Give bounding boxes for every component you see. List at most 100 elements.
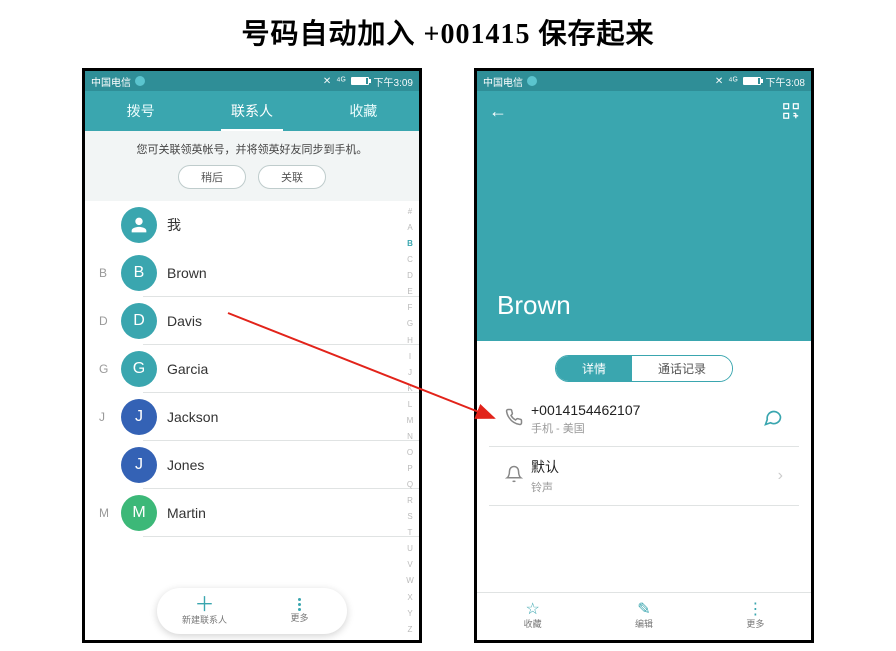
battery-icon <box>351 77 369 85</box>
list-item[interactable]: MMMartin <box>85 489 419 537</box>
alpha-index[interactable]: # ABCDEFGHIJKLMNOPQRSTUVWXYZ <box>403 207 417 634</box>
bottom-edit-button[interactable]: ✎ 编辑 <box>588 593 699 640</box>
status-time: 下午3:08 <box>766 74 805 89</box>
new-contact-button[interactable]: ＋ 新建联系人 <box>157 588 252 634</box>
section-letter: J <box>99 410 121 424</box>
ringtone-sub: 铃声 <box>531 479 778 495</box>
list-item[interactable]: J Jones <box>85 441 419 489</box>
detail-header: ← <box>477 91 811 131</box>
alpha-letter[interactable]: Z <box>403 625 417 634</box>
more-icon: ⋮ <box>747 603 763 617</box>
alpha-letter[interactable]: J <box>403 368 417 377</box>
phone-type: 手机 - 美国 <box>531 420 763 436</box>
avatar-icon: B <box>121 255 157 291</box>
screen-contacts: 中国电信 ✕ ⁴ᴳ 下午3:09 拨号 联系人 收藏 您可关联领英帐号，并将领英… <box>82 68 422 643</box>
ringtone-title: 默认 <box>531 457 778 477</box>
alpha-letter[interactable]: Y <box>403 609 417 618</box>
section-letter: M <box>99 506 121 520</box>
alpha-letter[interactable]: M <box>403 416 417 425</box>
floating-action-bar: ＋ 新建联系人 更多 <box>157 588 347 634</box>
avatar-icon: J <box>121 447 157 483</box>
alpha-letter[interactable]: S <box>403 512 417 521</box>
avatar-icon: J <box>121 399 157 435</box>
banner-text: 您可关联领英帐号，并将领英好友同步到手机。 <box>97 141 407 157</box>
back-icon[interactable]: ← <box>489 101 507 122</box>
carrier-label: 中国电信 <box>483 74 523 89</box>
more-button[interactable]: 更多 <box>252 588 347 634</box>
alpha-letter[interactable]: V <box>403 560 417 569</box>
alpha-letter[interactable]: # <box>403 207 417 216</box>
section-letter: G <box>99 362 121 376</box>
alpha-letter[interactable]: L <box>403 400 417 409</box>
alpha-letter[interactable]: Q <box>403 480 417 489</box>
avatar-icon: G <box>121 351 157 387</box>
tab-contacts[interactable]: 联系人 <box>196 91 307 131</box>
contact-name: Brown <box>167 265 409 281</box>
bottom-favorite-label: 收藏 <box>524 617 542 630</box>
contacts-list[interactable]: 我 BBBrownDDDavisGGGarciaJJJacksonJJonesM… <box>85 201 419 640</box>
globe-icon <box>135 76 145 86</box>
alpha-letter[interactable]: B <box>403 239 417 248</box>
carrier-label: 中国电信 <box>91 74 131 89</box>
list-item[interactable]: BBBrown <box>85 249 419 297</box>
bottom-favorite-button[interactable]: ☆ 收藏 <box>477 593 588 640</box>
contact-hero: Brown <box>477 131 811 341</box>
alpha-letter[interactable]: C <box>403 255 417 264</box>
list-item[interactable]: JJ Jackson <box>85 393 419 441</box>
alpha-letter[interactable]: E <box>403 287 417 296</box>
avatar-icon: M <box>121 495 157 531</box>
alpha-letter[interactable]: W <box>403 576 417 585</box>
bottom-more-button[interactable]: ⋮ 更多 <box>700 593 811 640</box>
list-item[interactable]: DDDavis <box>85 297 419 345</box>
more-label: 更多 <box>290 611 308 624</box>
contact-name: Garcia <box>167 361 409 377</box>
contact-name: Jackson <box>167 409 409 425</box>
alpha-letter[interactable]: F <box>403 303 417 312</box>
new-contact-label: 新建联系人 <box>182 613 227 626</box>
phone-icon <box>505 408 531 431</box>
alpha-letter[interactable]: O <box>403 448 417 457</box>
linkedin-banner: 您可关联领英帐号，并将领英好友同步到手机。 稍后 关联 <box>85 131 419 201</box>
contact-name: Jones <box>167 457 409 473</box>
alpha-letter[interactable]: T <box>403 528 417 537</box>
plus-icon: ＋ <box>195 597 215 613</box>
list-item[interactable]: 我 <box>85 201 419 249</box>
avatar-icon <box>121 207 157 243</box>
globe-icon <box>527 76 537 86</box>
list-item[interactable]: GG Garcia <box>85 345 419 393</box>
status-time: 下午3:09 <box>374 74 413 89</box>
bottom-more-label: 更多 <box>746 617 764 630</box>
contact-name: 我 <box>167 215 409 235</box>
alpha-letter[interactable]: P <box>403 464 417 473</box>
status-bar: 中国电信 ✕ ⁴ᴳ 下午3:08 <box>477 71 811 91</box>
top-tabs: 拨号 联系人 收藏 <box>85 91 419 131</box>
ringtone-row[interactable]: 默认 铃声 › <box>489 447 799 506</box>
segment-details[interactable]: 详情 <box>556 356 632 381</box>
alpha-letter[interactable]: N <box>403 432 417 441</box>
mute-icon: ✕ <box>715 76 723 87</box>
bottom-edit-label: 编辑 <box>635 617 653 630</box>
banner-link-button[interactable]: 关联 <box>258 165 326 189</box>
banner-later-button[interactable]: 稍后 <box>178 165 246 189</box>
alpha-letter[interactable]: K <box>403 384 417 393</box>
tab-dial[interactable]: 拨号 <box>85 91 196 131</box>
alpha-letter[interactable]: A <box>403 223 417 232</box>
contact-name-large: Brown <box>497 290 571 321</box>
bell-icon <box>505 465 531 488</box>
message-icon[interactable] <box>763 407 783 432</box>
alpha-letter[interactable]: D <box>403 271 417 280</box>
tab-favorites[interactable]: 收藏 <box>308 91 419 131</box>
segment-call-log[interactable]: 通话记录 <box>632 356 732 381</box>
bottom-bar: ☆ 收藏 ✎ 编辑 ⋮ 更多 <box>477 592 811 640</box>
qr-icon[interactable] <box>783 103 799 119</box>
alpha-letter[interactable]: G <box>403 319 417 328</box>
screen-contact-detail: 中国电信 ✕ ⁴ᴳ 下午3:08 ← <box>474 68 814 643</box>
contact-name: Davis <box>167 313 409 329</box>
alpha-letter[interactable]: H <box>403 336 417 345</box>
chevron-right-icon: › <box>778 467 783 485</box>
alpha-letter[interactable]: U <box>403 544 417 553</box>
alpha-letter[interactable]: R <box>403 496 417 505</box>
alpha-letter[interactable]: I <box>403 352 417 361</box>
alpha-letter[interactable]: X <box>403 593 417 602</box>
phone-row[interactable]: +0014154462107 手机 - 美国 <box>489 392 799 447</box>
